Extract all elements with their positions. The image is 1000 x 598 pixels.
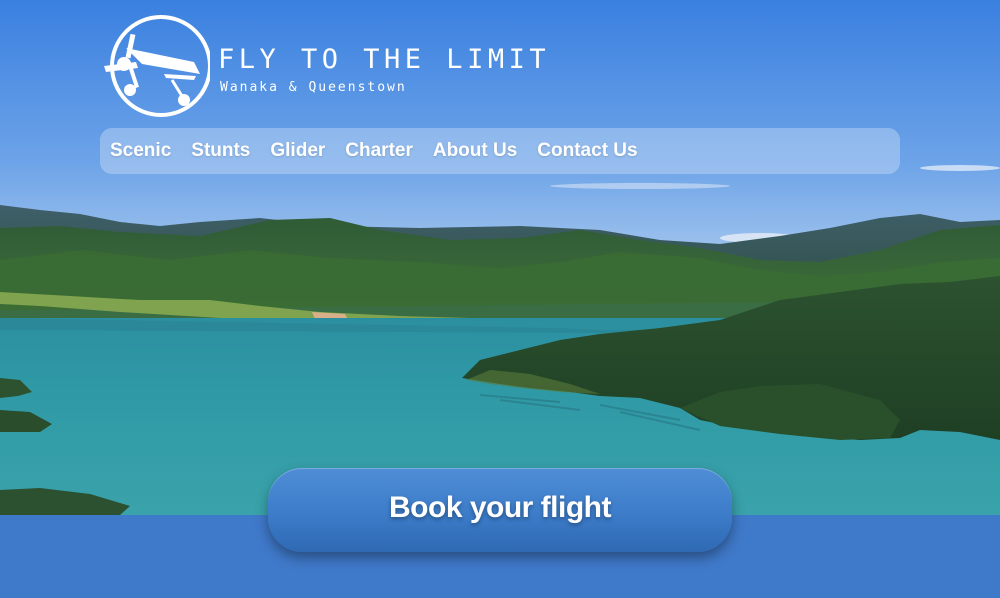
page: FLY TO THE LIMIT Wanaka & Queenstown Sce… xyxy=(0,0,1000,598)
brand-subtitle: Wanaka & Queenstown xyxy=(220,80,407,95)
book-flight-label: Book your flight xyxy=(389,491,611,524)
nav-item-glider[interactable]: Glider xyxy=(270,140,325,162)
nav-item-about-us[interactable]: About Us xyxy=(433,140,517,162)
nav-item-scenic[interactable]: Scenic xyxy=(110,140,171,162)
nav-item-stunts[interactable]: Stunts xyxy=(191,140,250,162)
book-flight-button[interactable]: Book your flight xyxy=(268,468,732,552)
nav-item-contact-us[interactable]: Contact Us xyxy=(537,140,637,162)
brand-title: FLY TO THE LIMIT xyxy=(218,44,551,75)
brand-logo[interactable]: FLY TO THE LIMIT Wanaka & Queenstown xyxy=(100,14,546,122)
plane-logo-icon xyxy=(104,15,210,117)
main-nav: Scenic Stunts Glider Charter About Us Co… xyxy=(100,128,900,174)
nav-item-charter[interactable]: Charter xyxy=(345,140,413,162)
